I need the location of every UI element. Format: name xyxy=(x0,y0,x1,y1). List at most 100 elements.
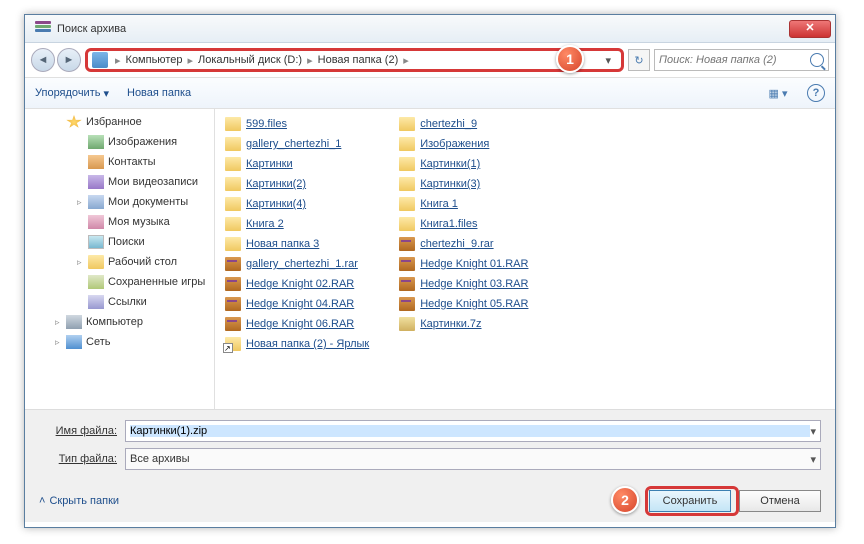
file-item[interactable]: gallery_chertezhi_1 xyxy=(225,135,369,153)
star-icon xyxy=(66,115,82,129)
rar-icon xyxy=(399,237,415,251)
file-item[interactable]: gallery_chertezhi_1.rar xyxy=(225,255,369,273)
file-item[interactable]: Картинки(2) xyxy=(225,175,369,193)
file-item[interactable]: chertezhi_9 xyxy=(399,115,528,133)
file-name: Hedge Knight 01.RAR xyxy=(420,258,528,270)
file-item[interactable]: chertezhi_9.rar xyxy=(399,235,528,253)
tree-item[interactable]: Мои видеозаписи xyxy=(25,172,214,192)
folder-icon xyxy=(399,117,415,131)
rar-icon xyxy=(225,257,241,271)
link-icon xyxy=(88,295,104,309)
forward-button[interactable]: ► xyxy=(57,48,81,72)
file-item[interactable]: Новая папка (2) - Ярлык xyxy=(225,335,369,353)
filetype-select[interactable]: Все архивы ▾ xyxy=(125,448,821,470)
filetype-label: Тип файла: xyxy=(39,453,125,465)
crumb-drive[interactable]: Локальный диск (D:) xyxy=(196,54,304,66)
save-button[interactable]: Сохранить xyxy=(649,490,731,512)
filetype-value: Все архивы xyxy=(130,453,190,465)
rar-icon xyxy=(399,297,415,311)
file-name: Картинки xyxy=(246,158,293,170)
form-area: Имя файла: ▾ Тип файла: Все архивы ▾ xyxy=(25,409,835,482)
file-name: chertezhi_9.rar xyxy=(420,238,493,250)
tree-expander[interactable]: ▹ xyxy=(55,337,66,348)
tree-expander[interactable]: ▹ xyxy=(55,317,66,328)
file-item[interactable]: 599.files xyxy=(225,115,369,133)
file-item[interactable]: Картинки(4) xyxy=(225,195,369,213)
file-name: Hedge Knight 06.RAR xyxy=(246,318,354,330)
file-item[interactable]: Книга 2 xyxy=(225,215,369,233)
view-options-button[interactable]: ▦ ▾ xyxy=(767,82,789,104)
lnk-icon xyxy=(225,337,241,351)
file-item[interactable]: Новая папка 3 xyxy=(225,235,369,253)
file-item[interactable]: Картинки(1) xyxy=(399,155,528,173)
file-item[interactable]: Картинки xyxy=(225,155,369,173)
file-name: Картинки(4) xyxy=(246,198,306,210)
organize-menu[interactable]: Упорядочить ▾ xyxy=(35,87,109,100)
refresh-button[interactable]: ↻ xyxy=(628,49,650,71)
tree-item[interactable]: Контакты xyxy=(25,152,214,172)
file-item[interactable]: Книга1.files xyxy=(399,215,528,233)
tree-item[interactable]: ▹Компьютер xyxy=(25,312,214,332)
hide-folders-link[interactable]: ˄ Скрыть папки xyxy=(39,495,119,507)
file-name: Новая папка (2) - Ярлык xyxy=(246,338,369,350)
tree-expander[interactable]: ▹ xyxy=(77,197,88,208)
crumb-folder[interactable]: Новая папка (2) xyxy=(316,54,401,66)
file-item[interactable]: Картинки.7z xyxy=(399,315,528,333)
tree-item[interactable]: Избранное xyxy=(25,112,214,132)
help-button[interactable]: ? xyxy=(807,84,825,102)
crumb-computer[interactable]: Компьютер xyxy=(124,54,185,66)
chevron-right-icon[interactable]: ▸ xyxy=(304,54,316,67)
close-button[interactable]: ✕ xyxy=(789,20,831,38)
tree-item[interactable]: ▹Мои документы xyxy=(25,192,214,212)
chevron-right-icon[interactable]: ▸ xyxy=(184,54,196,67)
filename-input[interactable] xyxy=(130,425,810,437)
tree-item[interactable]: Моя музыка xyxy=(25,212,214,232)
folder-icon xyxy=(399,137,415,151)
file-item[interactable]: Hedge Knight 03.RAR xyxy=(399,275,528,293)
file-item[interactable]: Картинки(3) xyxy=(399,175,528,193)
filename-dropdown[interactable]: ▾ xyxy=(810,425,816,438)
file-item[interactable]: Книга 1 xyxy=(399,195,528,213)
tree-item[interactable]: Изображения xyxy=(25,132,214,152)
folder-icon xyxy=(399,177,415,191)
file-item[interactable]: Hedge Knight 04.RAR xyxy=(225,295,369,313)
tree-expander[interactable]: ▹ xyxy=(77,257,88,268)
filetype-dropdown[interactable]: ▾ xyxy=(810,453,816,466)
filename-field[interactable]: ▾ xyxy=(125,420,821,442)
tree-item[interactable]: ▹ Сеть xyxy=(25,332,214,352)
back-button[interactable]: ◄ xyxy=(31,48,55,72)
file-item[interactable]: Изображения xyxy=(399,135,528,153)
chevron-right-icon[interactable]: ▸ xyxy=(112,54,124,67)
file-list[interactable]: 599.files gallery_chertezhi_1 Картинки Карт… xyxy=(215,109,835,409)
sidebar-tree[interactable]: ИзбранноеИзображения Контакты Мои видеозап… xyxy=(25,109,215,409)
chevron-right-icon[interactable]: ▸ xyxy=(400,54,412,67)
folder-icon xyxy=(399,157,415,171)
search-input[interactable] xyxy=(659,54,810,66)
breadcrumb-dropdown[interactable]: ▾ xyxy=(599,54,617,67)
file-item[interactable]: Hedge Knight 05.RAR xyxy=(399,295,528,313)
folder-icon xyxy=(399,197,415,211)
file-name: Hedge Knight 03.RAR xyxy=(420,278,528,290)
tree-item[interactable]: Сохраненные игры xyxy=(25,272,214,292)
file-item[interactable]: Hedge Knight 01.RAR xyxy=(399,255,528,273)
tree-label: Сеть xyxy=(86,336,110,348)
cancel-button[interactable]: Отмена xyxy=(739,490,821,512)
tree-item[interactable]: ▹Рабочий стол xyxy=(25,252,214,272)
titlebar[interactable]: Поиск архива ✕ xyxy=(25,15,835,43)
new-folder-button[interactable]: Новая папка xyxy=(127,87,191,99)
tree-label: Мои видеозаписи xyxy=(108,176,198,188)
file-name: gallery_chertezhi_1.rar xyxy=(246,258,358,270)
search-icon[interactable] xyxy=(810,53,824,67)
main-area: ИзбранноеИзображенияКонтактыМои видеозап… xyxy=(25,109,835,409)
file-name: Картинки(3) xyxy=(420,178,480,190)
tree-item[interactable]: Поиски xyxy=(25,232,214,252)
breadcrumb-bar[interactable]: ▸ Компьютер ▸ Локальный диск (D:) ▸ Нова… xyxy=(85,48,624,72)
file-name: Изображения xyxy=(420,138,489,150)
vid-icon xyxy=(88,175,104,189)
tree-label: Контакты xyxy=(108,156,156,168)
folder-icon xyxy=(225,217,241,231)
search-box[interactable] xyxy=(654,49,829,71)
tree-item[interactable]: Ссылки xyxy=(25,292,214,312)
file-item[interactable]: Hedge Knight 02.RAR xyxy=(225,275,369,293)
file-item[interactable]: Hedge Knight 06.RAR xyxy=(225,315,369,333)
